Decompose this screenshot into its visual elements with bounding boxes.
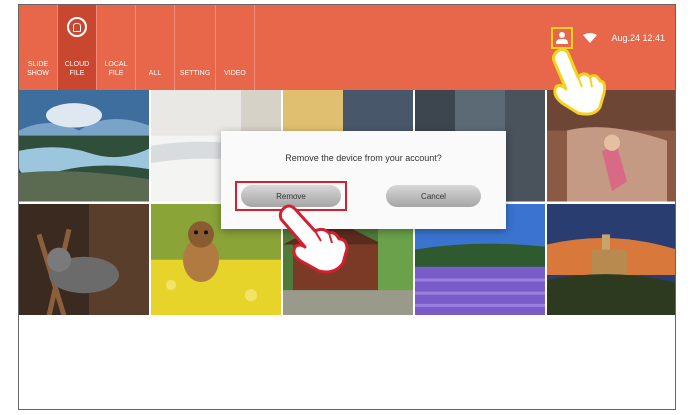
- tab-divider: [254, 5, 255, 90]
- date-time: Aug.24 12:41: [611, 33, 665, 43]
- cloud-file-icon: [67, 17, 87, 37]
- dialog-message: Remove the device from your account?: [285, 153, 442, 163]
- tab-video[interactable]: VIDEO: [216, 5, 254, 90]
- cancel-button[interactable]: Cancel: [386, 185, 481, 207]
- photo-thumbnail[interactable]: [19, 203, 149, 315]
- pointing-hand-icon: [278, 204, 349, 274]
- tab-video-label: VIDEO: [224, 70, 246, 77]
- remove-device-dialog: Remove the device from your account? Rem…: [221, 131, 506, 229]
- account-button[interactable]: [551, 27, 574, 49]
- tab-local-file-line1: LOCAL: [104, 61, 128, 68]
- device-screen: SLIDE SHOW CLOUD FILE LOCAL FILE ALL SET…: [18, 4, 676, 410]
- tab-local-file[interactable]: LOCAL FILE: [97, 5, 135, 90]
- tab-cloud-file[interactable]: CLOUD FILE: [58, 5, 96, 90]
- photo-thumbnail[interactable]: [547, 203, 675, 315]
- photo-thumbnail[interactable]: [19, 90, 149, 202]
- tab-local-file-line2: FILE: [108, 70, 124, 77]
- tab-setting[interactable]: SETTING: [175, 5, 215, 90]
- tab-cloud-file-line1: CLOUD: [64, 61, 90, 68]
- cat-chair-image: [19, 203, 149, 315]
- pointing-hand-icon: [552, 47, 606, 116]
- user-icon: [556, 32, 569, 44]
- tab-cloud-file-line2: FILE: [69, 70, 85, 77]
- status-area: Aug.24 12:41: [551, 27, 665, 49]
- river-landscape-image: [19, 90, 149, 202]
- tab-slide-show[interactable]: SLIDE SHOW: [19, 5, 57, 90]
- wifi-icon: [583, 33, 598, 43]
- tab-slide-show-line1: SLIDE: [27, 61, 49, 68]
- tab-slide-show-line2: SHOW: [27, 70, 49, 77]
- tab-all[interactable]: ALL: [136, 5, 174, 90]
- tab-all-label: ALL: [148, 70, 162, 77]
- castle-sunset-image: [547, 203, 675, 315]
- tab-setting-label: SETTING: [179, 70, 211, 77]
